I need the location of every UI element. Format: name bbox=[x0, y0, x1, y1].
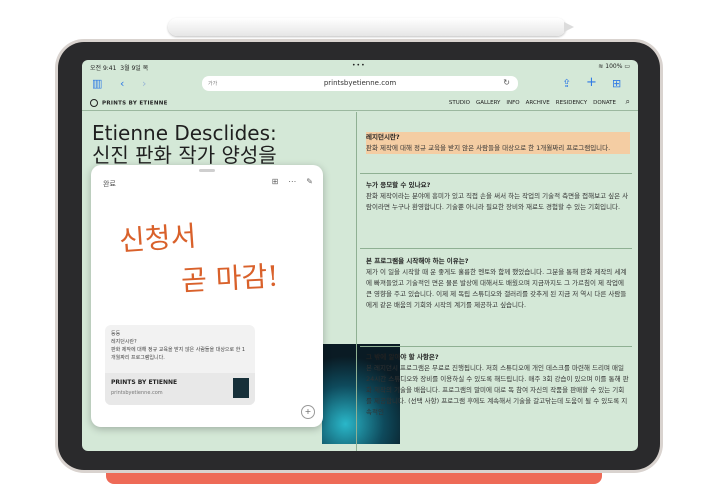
site-nav: PRINTS BY ETIENNE STUDIO GALLERY INFO ARCHI… bbox=[82, 96, 638, 111]
handwriting-line-1: 신청서 bbox=[118, 219, 198, 258]
link-card-question: 레지던시란? bbox=[111, 339, 137, 345]
forward-icon[interactable]: › bbox=[142, 77, 146, 90]
hero-title: Etienne Desclides: bbox=[92, 121, 277, 145]
faq-divider bbox=[360, 346, 632, 347]
status-bar: 오전 9:41 3월 9일 목 ••• ≋ 100% ▭ bbox=[82, 60, 638, 72]
handwriting-line-2: 곧 마감! bbox=[180, 259, 280, 298]
note-toolbar: ⊞ ⋯ ✎ bbox=[262, 177, 313, 186]
faq-question: 본 프로그램을 시작해야 하는 이유는? bbox=[366, 257, 469, 265]
nav-links: STUDIO GALLERY INFO ARCHIVE RESIDENCY DONATE bbox=[443, 100, 616, 106]
nav-gallery[interactable]: GALLERY bbox=[476, 100, 500, 106]
compose-icon[interactable]: ✎ bbox=[306, 177, 313, 186]
nav-info[interactable]: INFO bbox=[506, 100, 519, 106]
add-link-icon[interactable]: + bbox=[301, 405, 315, 419]
url-text: printsbyetienne.com bbox=[323, 79, 397, 87]
quick-note-window[interactable]: 완료 ⊞ ⋯ ✎ 신청서 곧 마감! 등등 레지던시란? 판화 제작에 대해 정규 … bbox=[91, 165, 323, 427]
link-card-site: PRINTS BY ETIENNE bbox=[111, 379, 178, 386]
battery-icon: ▭ bbox=[624, 63, 630, 70]
more-icon[interactable]: ⋯ bbox=[288, 177, 296, 186]
hero-subtitle: 신진 판화 작가 양성을 bbox=[92, 143, 277, 167]
site-brand-label: PRINTS BY ETIENNE bbox=[102, 100, 168, 107]
site-brand[interactable]: PRINTS BY ETIENNE bbox=[90, 99, 168, 107]
wifi-icon: ≋ bbox=[598, 63, 604, 70]
smart-keyboard-cover bbox=[106, 468, 602, 484]
status-time: 오전 9:41 bbox=[90, 65, 117, 72]
link-card-thumbnail bbox=[233, 378, 249, 398]
safari-toolbar: ▥ ‹ › 가가 printsbyetienne.com ↻ ⇪ + ⊞ bbox=[82, 72, 638, 96]
nav-donate[interactable]: DONATE bbox=[593, 100, 616, 106]
faq-answer: 판화 제작이라는 분야에 흥미가 있고 직접 손을 써서 하는 작업의 기술적 … bbox=[366, 192, 629, 211]
faq-question: 레지던시란? bbox=[366, 132, 630, 143]
sidebar-icon[interactable]: ▥ bbox=[92, 77, 102, 90]
note-done-button[interactable]: 완료 bbox=[103, 179, 116, 189]
link-card-domain: printsbyetienne.com bbox=[111, 390, 163, 396]
apple-pencil bbox=[168, 18, 574, 36]
column-divider bbox=[356, 112, 357, 451]
reload-icon[interactable]: ↻ bbox=[503, 78, 510, 87]
brand-logo-icon bbox=[90, 99, 98, 107]
nav-studio[interactable]: STUDIO bbox=[449, 100, 470, 106]
faq-answer: 제가 이 일을 시작할 때 운 좋게도 훌륭한 멘토와 함께 했었습니다. 그분… bbox=[366, 268, 627, 309]
nav-archive[interactable]: ARCHIVE bbox=[526, 100, 550, 106]
status-date: 3월 9일 목 bbox=[120, 65, 149, 72]
link-card-footer: PRINTS BY ETIENNE printsbyetienne.com bbox=[105, 373, 255, 405]
faq-item: 레지던시란? 판화 제작에 대해 정규 교육을 받지 않은 사람들을 대상으로 … bbox=[366, 132, 630, 154]
faq-item: 누가 응모할 수 있나요? 판화 제작이라는 분야에 흥미가 있고 직접 손을 … bbox=[366, 180, 630, 213]
nav-residency[interactable]: RESIDENCY bbox=[556, 100, 587, 106]
back-icon[interactable]: ‹ bbox=[120, 77, 124, 90]
link-card-body: 등등 레지던시란? 판화 제작에 대해 정규 교육을 받지 않은 사람들을 대상… bbox=[111, 330, 249, 362]
link-card-text: 판화 제작에 대해 정규 교육을 받지 않은 사람들을 대상으로 한 1개월짜리… bbox=[111, 347, 246, 361]
tab-overview-icon[interactable]: ⊞ bbox=[612, 77, 621, 90]
multitasking-dots-icon[interactable]: ••• bbox=[352, 62, 366, 69]
note-drag-handle[interactable] bbox=[199, 169, 215, 172]
faq-question: 누가 응모할 수 있나요? bbox=[366, 181, 431, 189]
faq-question: 그 밖에 알아야 할 사항은? bbox=[366, 353, 439, 361]
faq-divider bbox=[360, 173, 632, 174]
share-icon[interactable]: ⇪ bbox=[562, 77, 571, 90]
faq-answer: 판화 제작에 대해 정규 교육을 받지 않은 사람들을 대상으로 한 1개월짜리… bbox=[366, 143, 630, 154]
link-card[interactable]: 등등 레지던시란? 판화 제작에 대해 정규 교육을 받지 않은 사람들을 대상… bbox=[105, 325, 255, 405]
faq-item: 본 프로그램을 시작해야 하는 이유는? 제가 이 일을 시작할 때 운 좋게도… bbox=[366, 256, 630, 311]
search-icon[interactable]: ⌕ bbox=[626, 97, 630, 107]
new-tab-icon[interactable]: + bbox=[586, 75, 597, 90]
pencil-tip bbox=[564, 22, 574, 32]
battery-percent: 100% bbox=[605, 63, 623, 70]
faq-divider bbox=[360, 248, 632, 249]
faq-item: 그 밖에 알아야 할 사항은? 본 레지던시 프로그램은 무료로 진행됩니다. … bbox=[366, 352, 630, 418]
faq-answer: 본 레지던시 프로그램은 무료로 진행됩니다. 저희 스튜디오에 개인 데스크를… bbox=[366, 364, 629, 416]
link-card-title: 등등 bbox=[111, 331, 121, 337]
address-bar[interactable]: 가가 printsbyetienne.com ↻ bbox=[202, 76, 518, 91]
grid-icon[interactable]: ⊞ bbox=[272, 177, 279, 186]
